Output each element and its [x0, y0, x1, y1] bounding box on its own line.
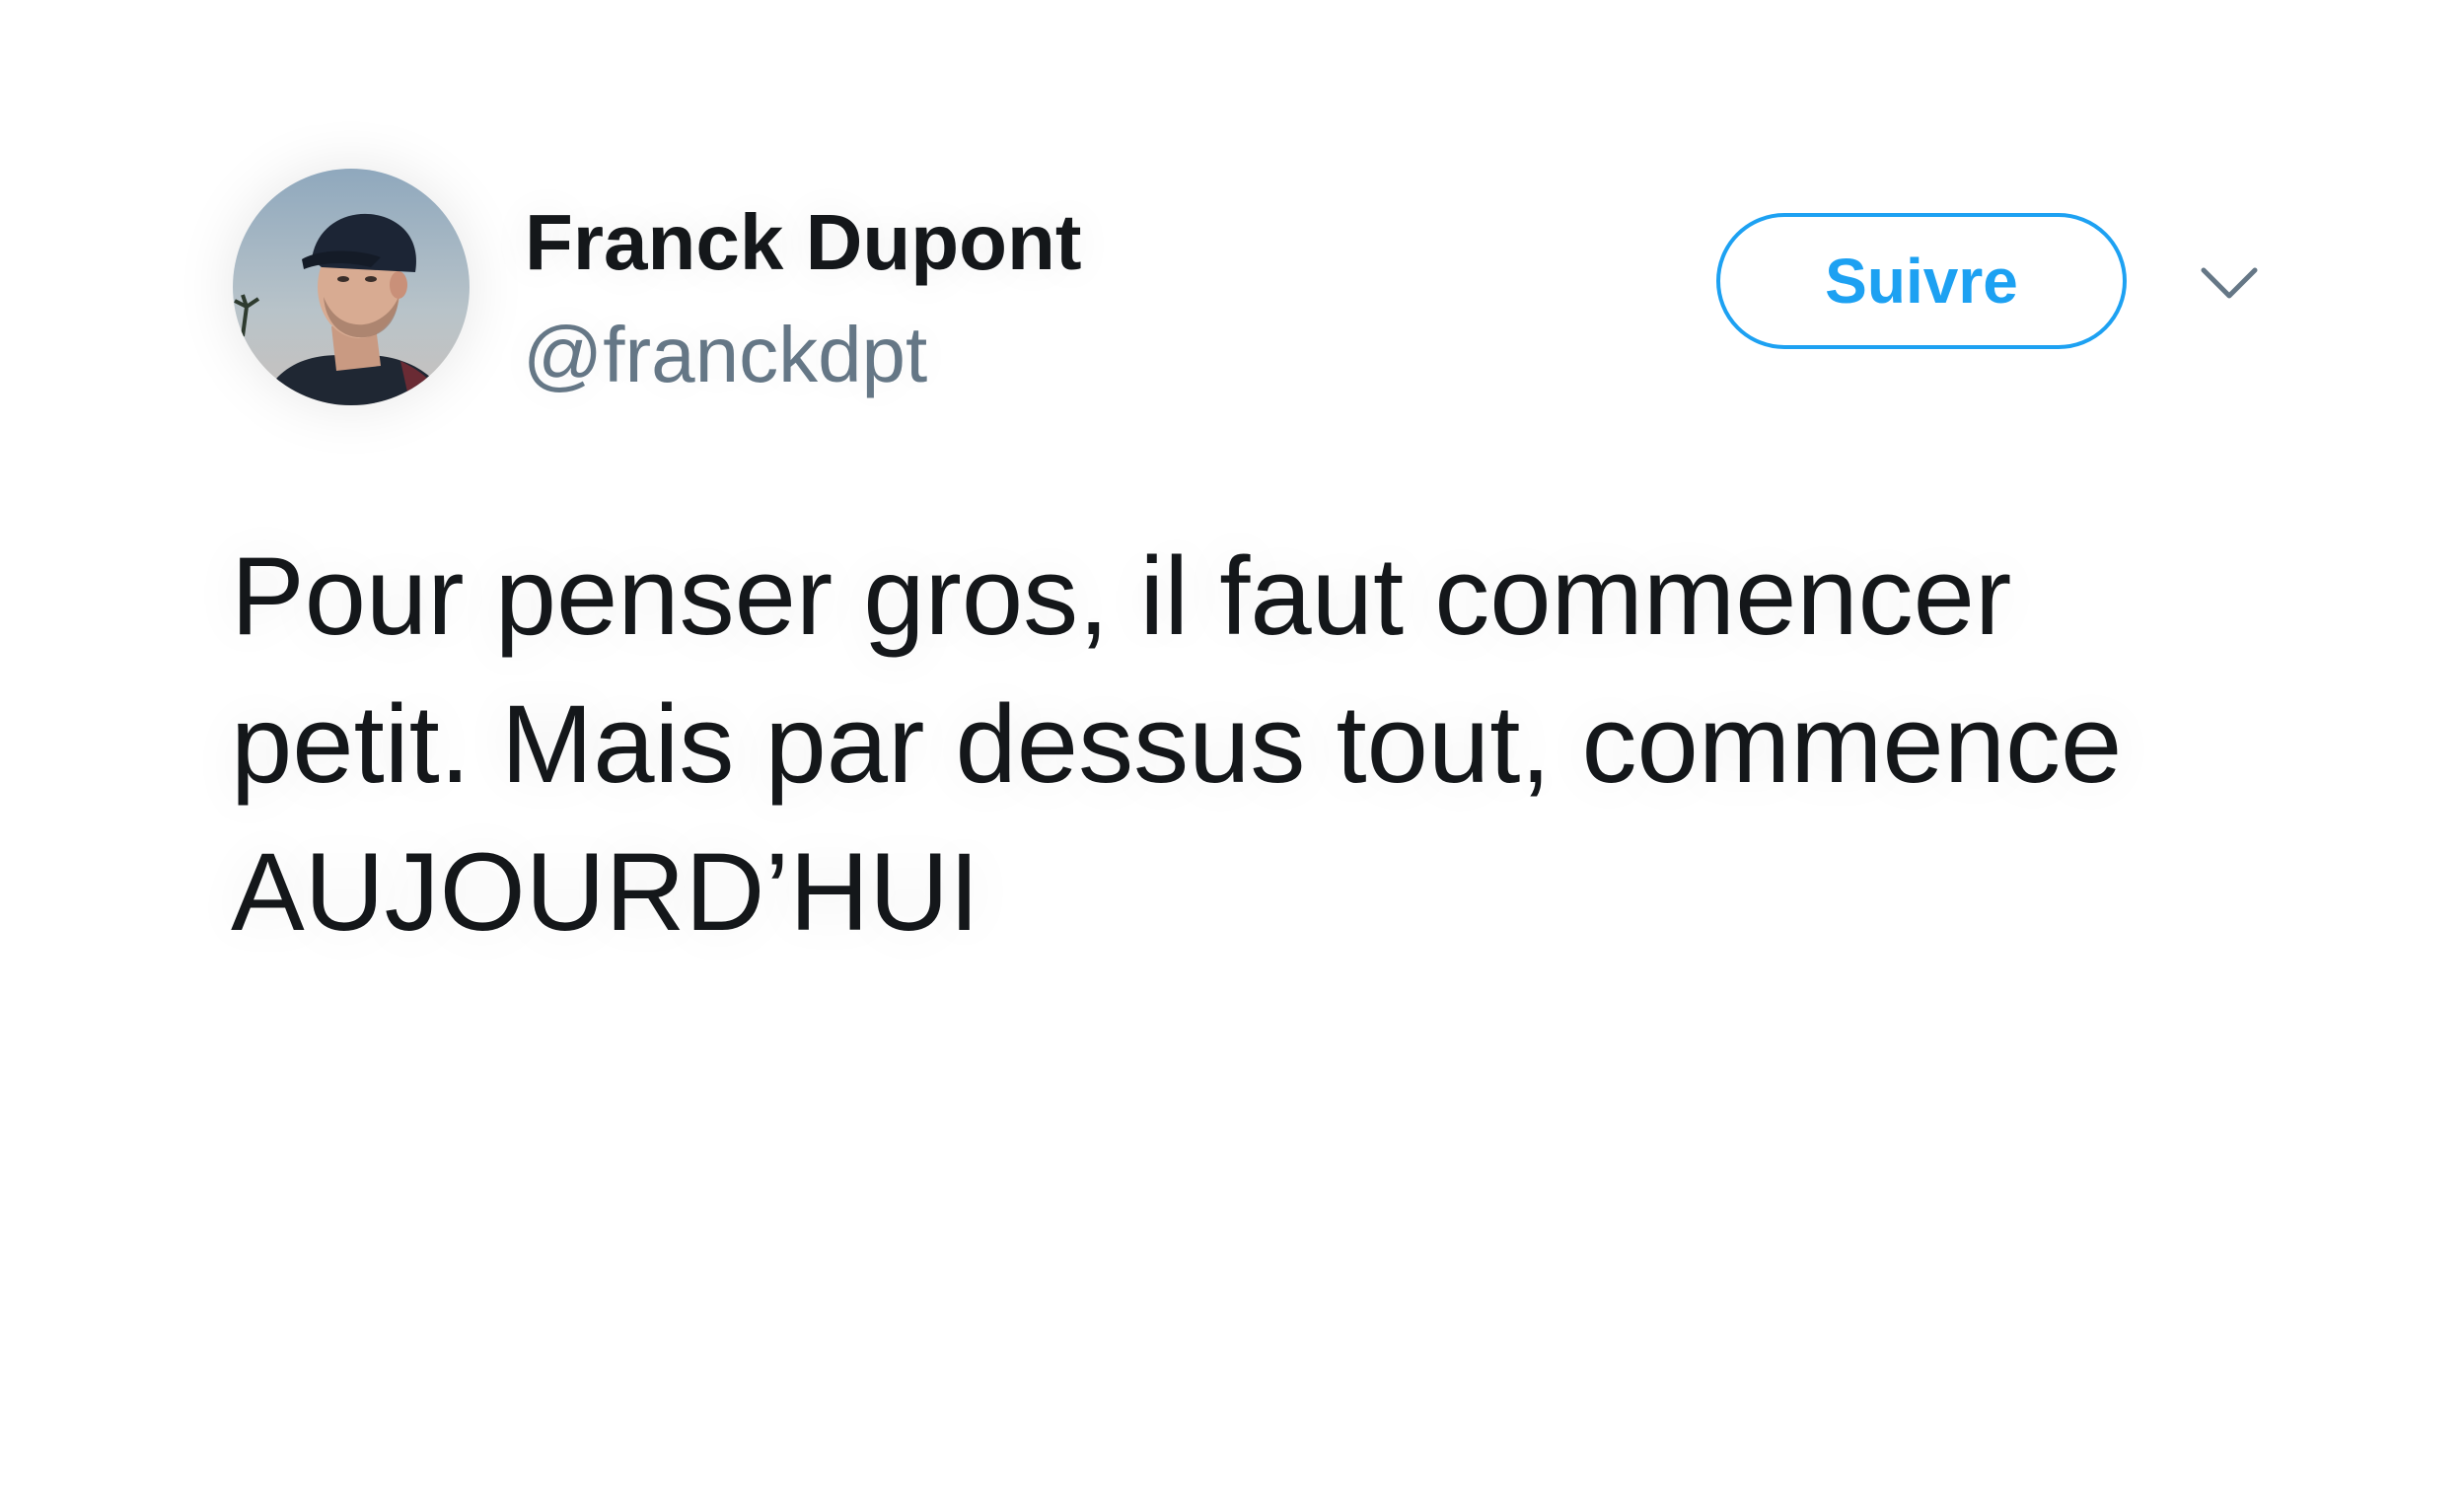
tweet-text-line: Pour penser gros, il faut commencer: [231, 534, 2012, 658]
tweet-text: Pour penser gros, il faut commencer peti…: [231, 523, 2204, 966]
tweet-card: Franck Dupont @franckdpt Suivre Pour pen…: [0, 0, 2464, 1493]
tweet-text-line: petit. Mais par dessus tout, commence: [231, 682, 2123, 806]
author-display-name[interactable]: Franck Dupont: [525, 195, 1081, 290]
follow-button[interactable]: Suivre: [1716, 213, 2127, 349]
author-avatar[interactable]: [233, 169, 470, 405]
chevron-down-icon: [2201, 267, 2258, 299]
tweet-text-line: AUJOURD’HUI: [231, 830, 980, 954]
tweet-menu-caret[interactable]: [2198, 264, 2261, 304]
author-handle[interactable]: @franckdpt: [523, 308, 927, 402]
avatar-image: [233, 169, 470, 405]
follow-button-label: Suivre: [1825, 246, 2018, 317]
